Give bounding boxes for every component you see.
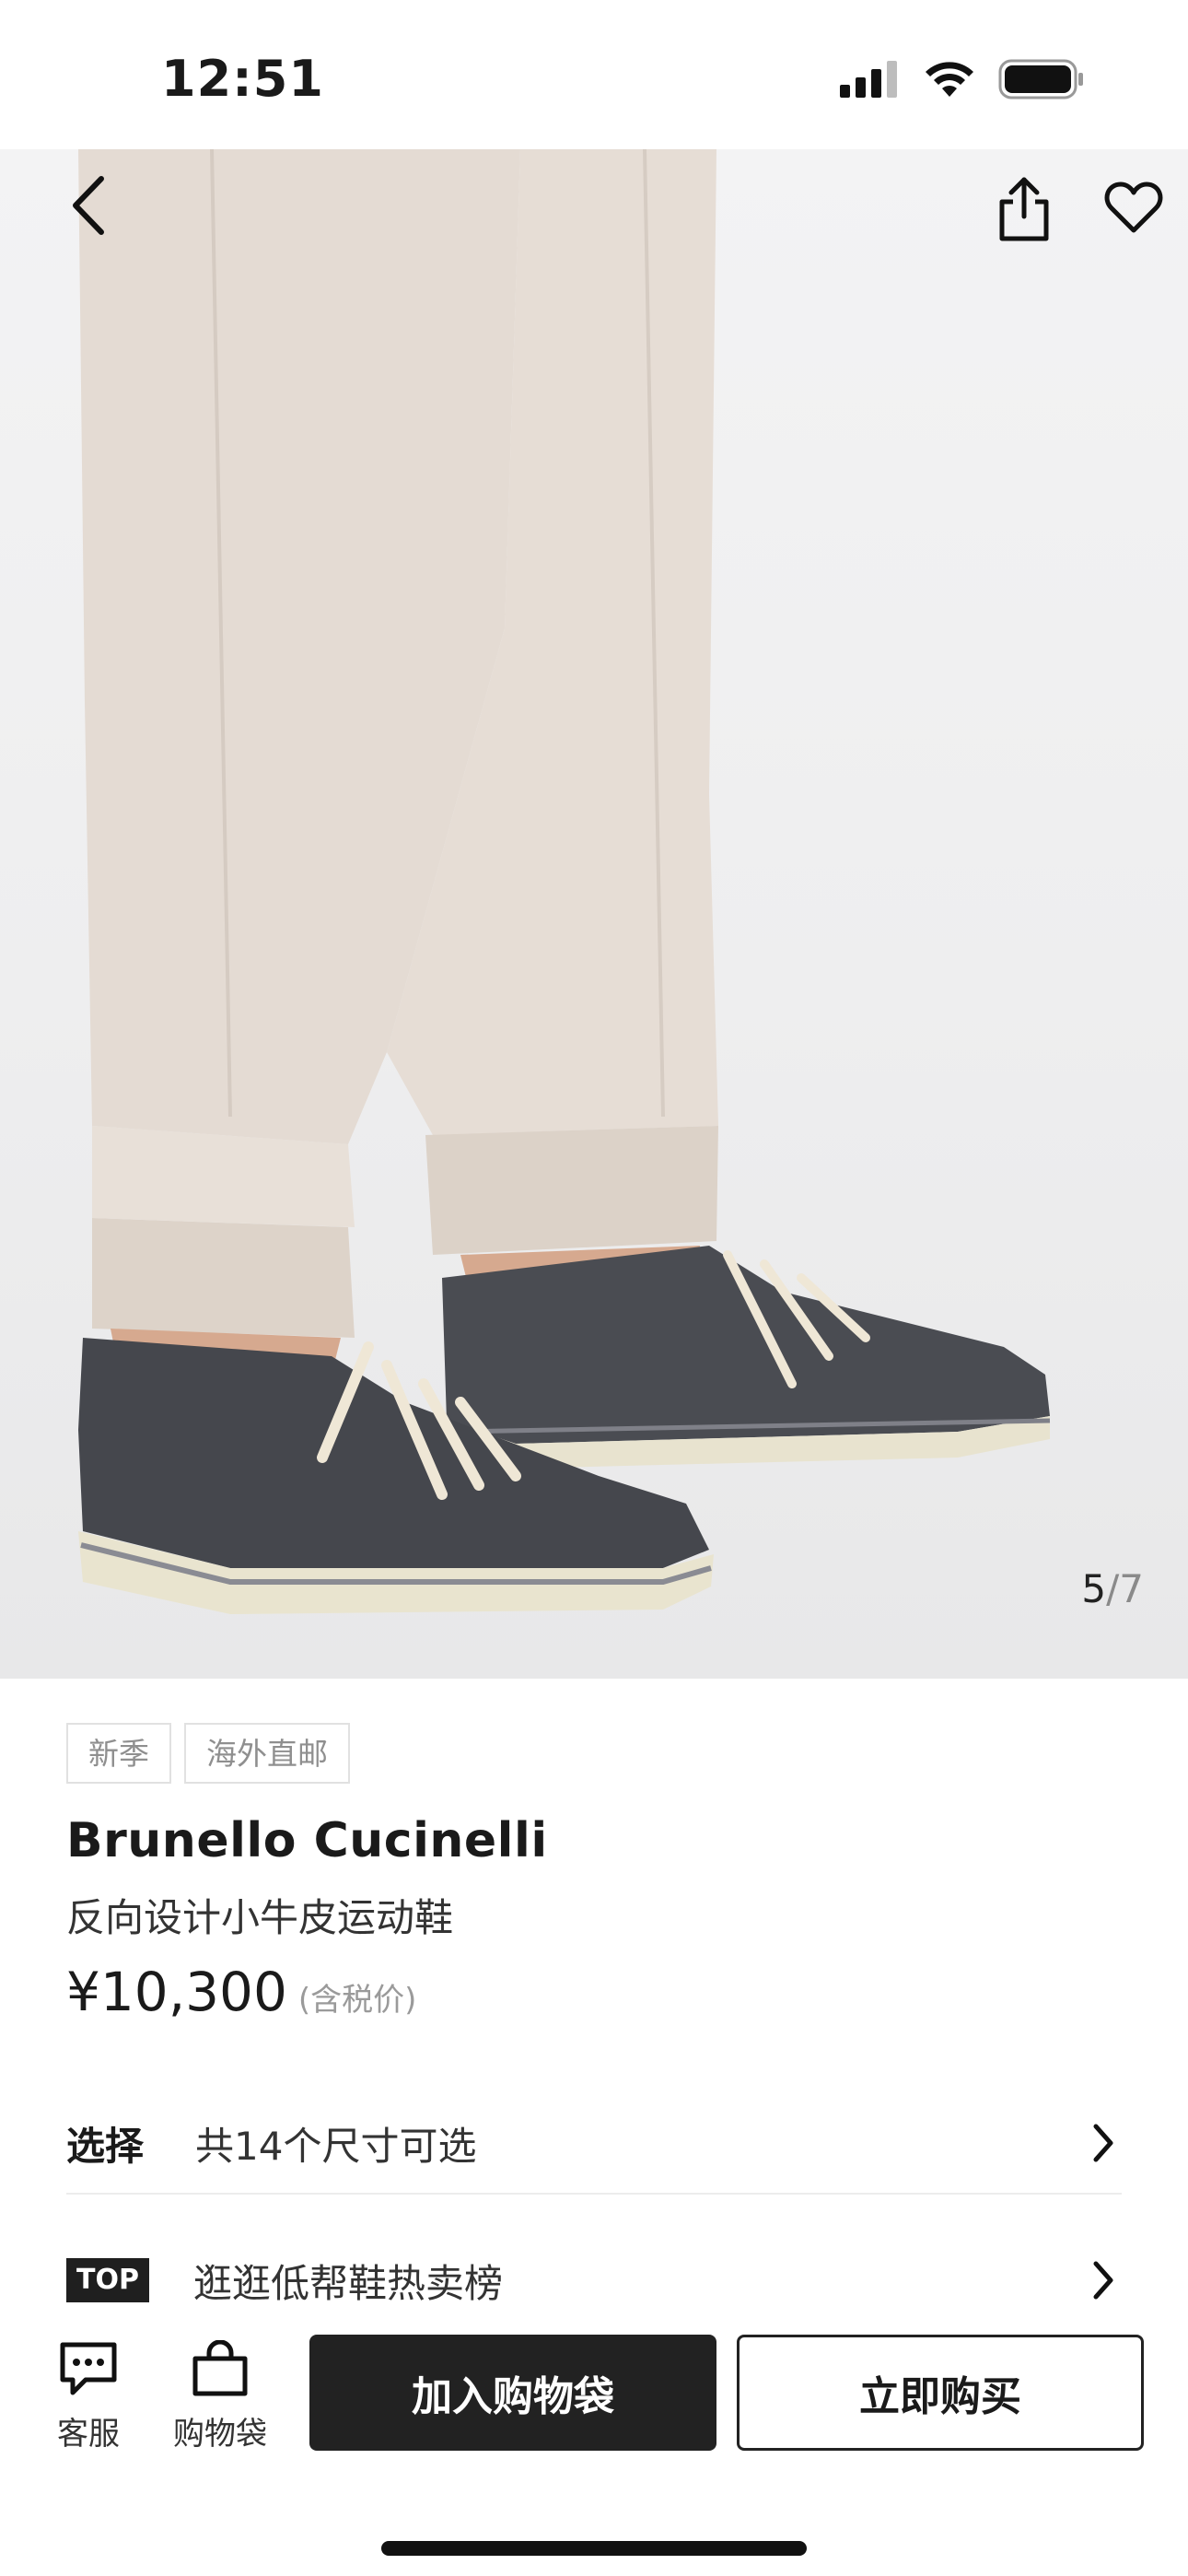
- top-badge: TOP: [66, 2258, 149, 2302]
- size-selector-label: 选择: [66, 2123, 145, 2169]
- product-image-gallery[interactable]: 5/7: [0, 149, 1188, 1679]
- back-arrow-icon: [73, 176, 104, 235]
- price-row: ¥10,300 (含税价): [66, 1961, 416, 2023]
- share-icon: [999, 177, 1049, 241]
- price: ¥10,300: [66, 1961, 287, 2023]
- customer-service-button[interactable]: 客服: [57, 2340, 120, 2453]
- shopping-bag-icon: [192, 2340, 248, 2396]
- product-photo: [78, 149, 1051, 1614]
- customer-service-label: 客服: [57, 2416, 120, 2453]
- tax-note: (含税价): [297, 1982, 417, 2019]
- buy-now-button[interactable]: 立即购买: [737, 2335, 1144, 2451]
- image-counter-current: 5: [1081, 1566, 1107, 1611]
- bestseller-ranking-row[interactable]: TOP 逛逛低帮鞋热卖榜: [66, 2230, 1122, 2331]
- size-selector-row[interactable]: 选择 共14个尺寸可选: [66, 2093, 1122, 2195]
- bestseller-ranking-text: 逛逛低帮鞋热卖榜: [193, 2260, 504, 2306]
- add-to-bag-button[interactable]: 加入购物袋: [309, 2335, 716, 2451]
- size-selector-text: 共14个尺寸可选: [195, 2123, 477, 2169]
- heart-icon: [1104, 181, 1163, 233]
- product-name: 反向设计小牛皮运动鞋: [66, 1895, 454, 1940]
- status-time: 12:51: [161, 50, 324, 108]
- wifi-icon: [926, 62, 973, 97]
- chevron-right-icon: [1085, 2257, 1122, 2303]
- home-indicator[interactable]: [381, 2541, 807, 2556]
- shopping-bag-button[interactable]: 购物袋: [173, 2340, 267, 2453]
- status-icons: [840, 59, 1085, 100]
- share-button[interactable]: [983, 168, 1066, 251]
- bottom-action-bar: 客服 购物袋 加入购物袋 立即购买: [0, 2322, 1188, 2576]
- brand-name[interactable]: Brunello Cucinelli: [66, 1813, 548, 1868]
- signal-icon: [840, 61, 897, 98]
- chevron-right-icon: [1085, 2120, 1122, 2166]
- status-bar: 12:51: [0, 0, 1188, 149]
- image-counter-total: 7: [1119, 1566, 1144, 1611]
- tag-overseas-direct: 海外直邮: [184, 1723, 350, 1784]
- image-counter: 5/7: [1081, 1566, 1144, 1611]
- shopping-bag-label: 购物袋: [173, 2416, 267, 2453]
- back-button[interactable]: [48, 164, 131, 247]
- tag-new-season: 新季: [66, 1723, 171, 1784]
- favorite-button[interactable]: [1092, 166, 1175, 249]
- chat-icon: [60, 2342, 117, 2395]
- image-counter-separator: /: [1106, 1566, 1120, 1611]
- battery-icon: [998, 59, 1083, 100]
- product-tags: 新季 海外直邮: [66, 1723, 350, 1784]
